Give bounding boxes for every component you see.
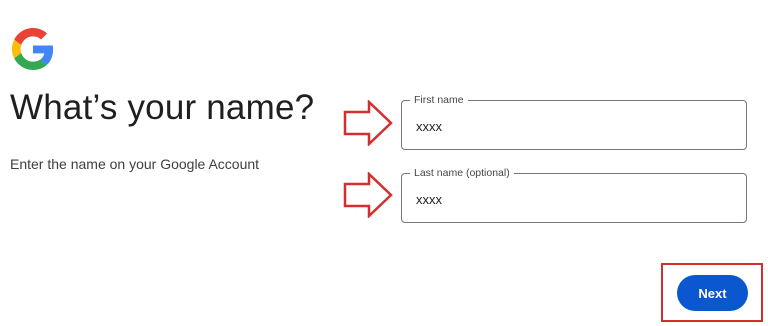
right-arrow-icon	[343, 100, 393, 146]
google-logo-icon	[12, 28, 54, 70]
first-name-input[interactable]	[416, 115, 726, 137]
page-title: What’s your name?	[10, 88, 315, 127]
last-name-input[interactable]	[416, 188, 726, 210]
last-name-field[interactable]: Last name (optional)	[401, 167, 747, 223]
next-button[interactable]: Next	[677, 275, 748, 311]
right-arrow-icon	[343, 172, 393, 218]
first-name-label: First name	[410, 94, 468, 106]
last-name-label: Last name (optional)	[410, 167, 514, 179]
page-subtitle: Enter the name on your Google Account	[10, 156, 260, 172]
first-name-field[interactable]: First name	[401, 94, 747, 150]
